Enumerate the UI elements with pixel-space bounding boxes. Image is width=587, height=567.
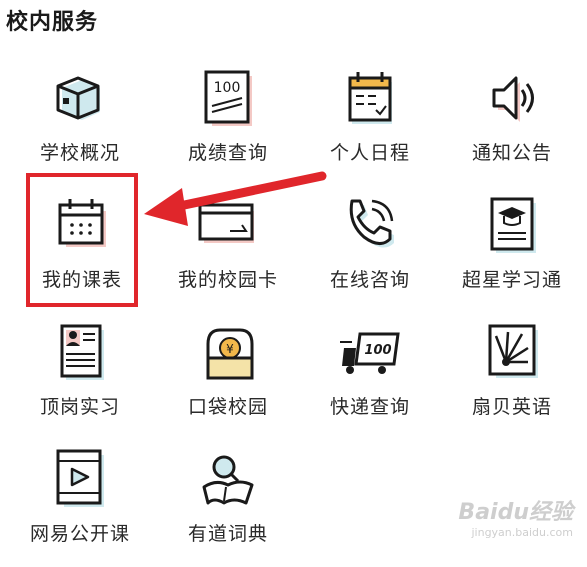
service-label: 通知公告 [471,142,552,164]
service-internship[interactable]: 顶岗实习 [10,322,150,440]
speaker-icon [480,68,544,132]
watermark: Baidu经验 jingyan.baidu.com [458,494,573,539]
profile-card-icon [48,322,112,386]
service-label: 学校概况 [39,142,120,164]
watermark-main: Baidu经验 [458,500,573,525]
service-label: 我的校园卡 [177,269,278,291]
wallet-badge: ¥ [226,342,234,356]
service-label: 在线咨询 [329,269,410,291]
graduation-cap-icon [480,195,544,259]
service-youdao-dict[interactable]: 有道词典 [158,449,298,567]
video-play-icon [48,449,112,513]
service-label: 口袋校园 [187,396,268,418]
service-netease-open-course[interactable]: 网易公开课 [10,449,150,567]
service-label: 有道词典 [187,523,268,545]
watermark-sub: jingyan.baidu.com [471,526,573,539]
box-icon [48,68,112,132]
service-pocket-campus[interactable]: ¥ 口袋校园 [158,322,298,440]
calendar-check-icon [338,68,402,132]
service-notices[interactable]: 通知公告 [442,68,582,186]
truck-badge: 100 [364,343,391,358]
service-label: 快递查询 [329,396,410,418]
service-label: 顶岗实习 [39,396,120,418]
dictionary-icon [196,449,260,513]
highlight-box [26,173,138,307]
score-sheet-icon: 100 [196,68,260,132]
delivery-truck-icon: 100 [338,322,402,386]
phone-icon [338,195,402,259]
service-school-overview[interactable]: 学校概况 [10,68,150,186]
service-chaoxing[interactable]: 超星学习通 [442,195,582,313]
service-label: 超星学习通 [461,269,562,291]
annotation-arrow [144,171,327,226]
service-label: 扇贝英语 [471,396,552,418]
service-label: 网易公开课 [29,523,130,545]
service-shanbay-english[interactable]: 扇贝英语 [442,322,582,440]
wallet-icon: ¥ [196,322,260,386]
score-badge: 100 [214,80,241,96]
shell-icon [480,322,544,386]
service-express-query[interactable]: 100 快递查询 [300,322,440,440]
